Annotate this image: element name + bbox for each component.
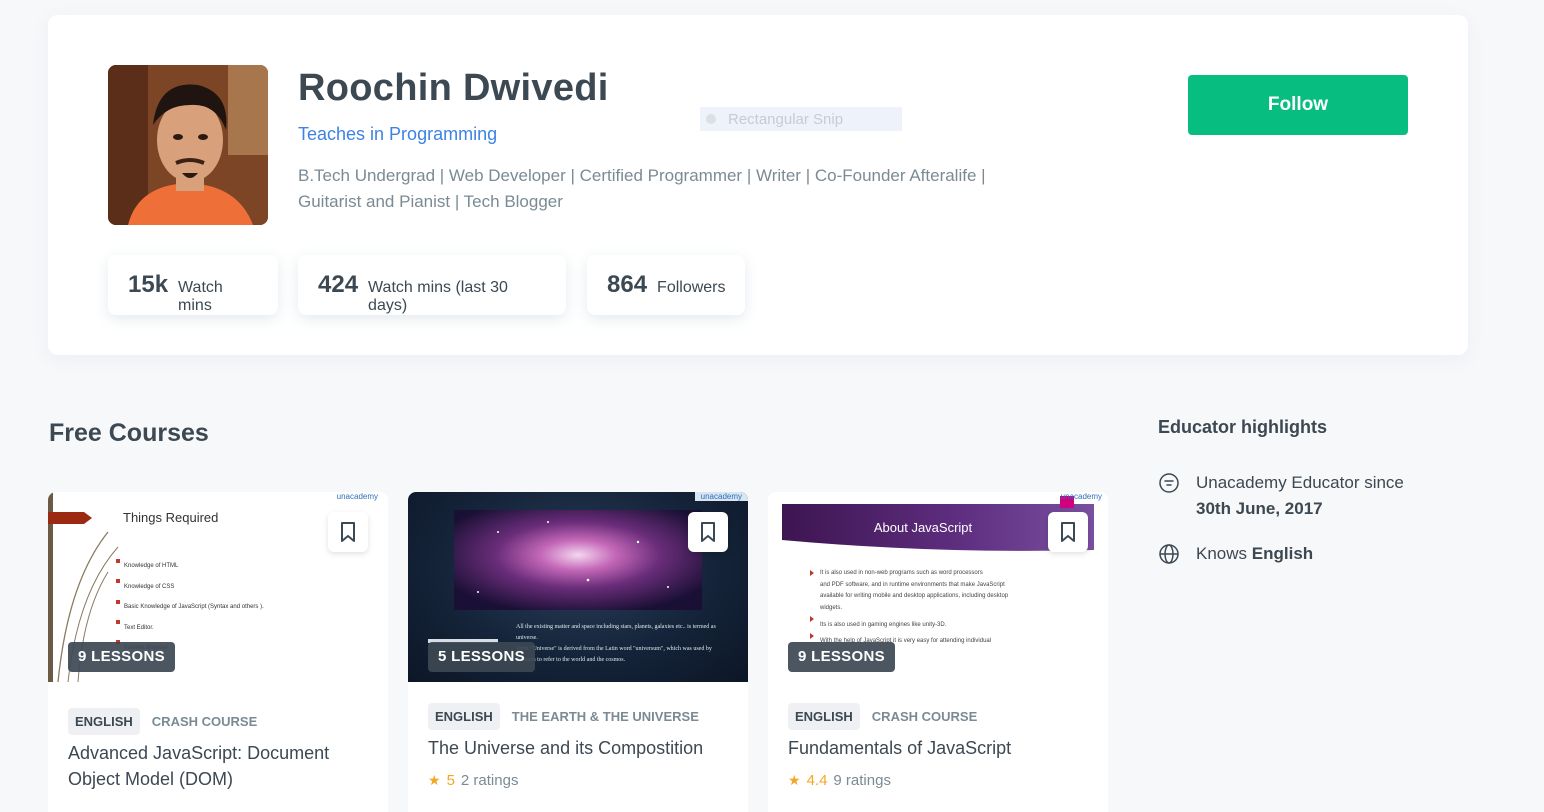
bio-line: B.Tech Undergrad | Web Developer | Certi… <box>298 166 986 185</box>
slide-bullet: Text Editor. <box>124 624 154 631</box>
educator-bio: B.Tech Undergrad | Web Developer | Certi… <box>298 163 1058 215</box>
stat-followers: 864 Followers <box>587 255 745 315</box>
highlight-language: Knows English <box>1158 541 1313 567</box>
slide-heading: About JavaScript <box>873 520 973 535</box>
course-title[interactable]: Fundamentals of JavaScript <box>788 735 1088 761</box>
educator-name: Roochin Dwivedi <box>298 67 609 109</box>
stat-value: 424 <box>318 271 359 298</box>
highlight-educator-since: Unacademy Educator since 30th June, 2017 <box>1158 470 1404 522</box>
language-tag[interactable]: ENGLISH <box>788 703 860 730</box>
language-tag[interactable]: ENGLISH <box>428 703 500 730</box>
brand-logo: unacademy <box>336 492 378 501</box>
course-tags: ENGLISH CRASH COURSE <box>68 708 257 735</box>
slide-bullet: Its is also used in gaming engines like … <box>820 622 947 628</box>
slide-bullet: Knowledge of HTML <box>124 563 179 569</box>
stat-value: 864 <box>607 271 648 298</box>
star-icon: ★ <box>428 772 441 788</box>
highlight-text: Knows English <box>1196 541 1313 567</box>
stat-value: 15k <box>128 271 169 298</box>
bookmark-button[interactable] <box>1048 512 1088 552</box>
course-title[interactable]: Advanced JavaScript: Document Object Mod… <box>68 740 368 792</box>
bookmark-icon <box>341 522 355 542</box>
slide-bullet: Term "Universe" is derived from the Lati… <box>516 646 712 663</box>
profile-card: Roochin Dwivedi Teaches in Programming R… <box>48 15 1468 355</box>
globe-icon <box>1159 544 1179 564</box>
slide-bullet: It is also used in non-web programs such… <box>820 570 983 576</box>
highlight-since-date: 30th June, 2017 <box>1196 499 1323 518</box>
language-tag[interactable]: ENGLISH <box>68 708 140 735</box>
slide-bullets: It is also used in non-web programs such… <box>820 568 1090 647</box>
lessons-badge: 9 LESSONS <box>788 642 895 672</box>
bookmark-icon <box>701 522 715 542</box>
snip-overlay: Rectangular Snip <box>700 107 902 131</box>
stat-label: Followers <box>657 279 726 296</box>
topic-tag[interactable]: CRASH COURSE <box>152 714 257 729</box>
educator-highlights-heading: Educator highlights <box>1158 417 1327 437</box>
lessons-badge: 5 LESSONS <box>428 642 535 672</box>
ratings-count: 9 ratings <box>833 772 891 789</box>
badge-icon <box>1159 473 1179 493</box>
follow-button[interactable]: Follow <box>1188 75 1408 135</box>
ratings-count: 2 ratings <box>460 772 519 789</box>
stat-watch-mins-30-days: 424 Watch mins (last 30 days) <box>298 255 566 315</box>
teaches-link[interactable]: Teaches in Programming <box>298 124 497 145</box>
slide-bullet: Knowledge of CSS <box>124 583 175 590</box>
topic-tag[interactable]: CRASH COURSE <box>872 709 977 724</box>
highlight-knows-label: Knows <box>1196 544 1248 563</box>
bio-line: Guitarist and Pianist | Tech Blogger <box>298 192 563 211</box>
highlight-since-label: Unacademy Educator since <box>1196 473 1404 492</box>
lessons-badge: 9 LESSONS <box>68 642 175 672</box>
course-rating: ★ 5 2 ratings <box>428 772 518 789</box>
rating-score: 4.4 <box>806 772 828 789</box>
free-courses-heading: Free Courses <box>49 419 209 447</box>
snip-overlay-label: Rectangular Snip <box>728 110 844 128</box>
course-rating: ★ 4.4 9 ratings <box>788 772 891 789</box>
slide-bullet: available for writing mobile and desktop… <box>820 593 1009 599</box>
avatar <box>108 65 268 225</box>
slide-bullet: widgets. <box>820 604 843 611</box>
course-tags: ENGLISH THE EARTH & THE UNIVERSE <box>428 703 699 730</box>
bookmark-button[interactable] <box>688 512 728 552</box>
highlight-knows-language: English <box>1251 544 1314 563</box>
slide-bullet: Basic Knowledge of JavaScript (Syntax an… <box>124 604 264 610</box>
course-card[interactable]: unacademy Things Required Knowledge of H… <box>48 492 388 812</box>
brand-logo: unacademy <box>1060 492 1102 501</box>
course-tags: ENGLISH CRASH COURSE <box>788 703 977 730</box>
slide-bullets: All the existing matter and space includ… <box>516 622 716 666</box>
slide-bullet: All the existing matter and space includ… <box>516 624 716 641</box>
brand-logo: unacademy <box>694 492 748 501</box>
rating-score: 5 <box>446 772 455 789</box>
slide-heading: Things Required <box>123 510 219 525</box>
course-title[interactable]: The Universe and its Compostition <box>428 735 728 761</box>
highlight-text: Unacademy Educator since 30th June, 2017 <box>1196 470 1404 522</box>
bookmark-button[interactable] <box>328 512 368 552</box>
stat-label: Watch mins <box>178 279 223 314</box>
bookmark-icon <box>1061 522 1075 542</box>
star-icon: ★ <box>788 772 801 788</box>
stat-watch-mins: 15k Watch mins <box>108 255 278 315</box>
topic-tag[interactable]: THE EARTH & THE UNIVERSE <box>512 709 699 724</box>
stat-label: Watch mins (last 30 days) <box>368 279 508 314</box>
snip-icon <box>706 114 716 124</box>
slide-bullet: and PDF software, and in runtime environ… <box>820 581 1005 588</box>
course-card[interactable]: unacademy All the existing matter and sp… <box>408 492 748 812</box>
course-card[interactable]: unacademy About JavaScript It is also us… <box>768 492 1108 812</box>
